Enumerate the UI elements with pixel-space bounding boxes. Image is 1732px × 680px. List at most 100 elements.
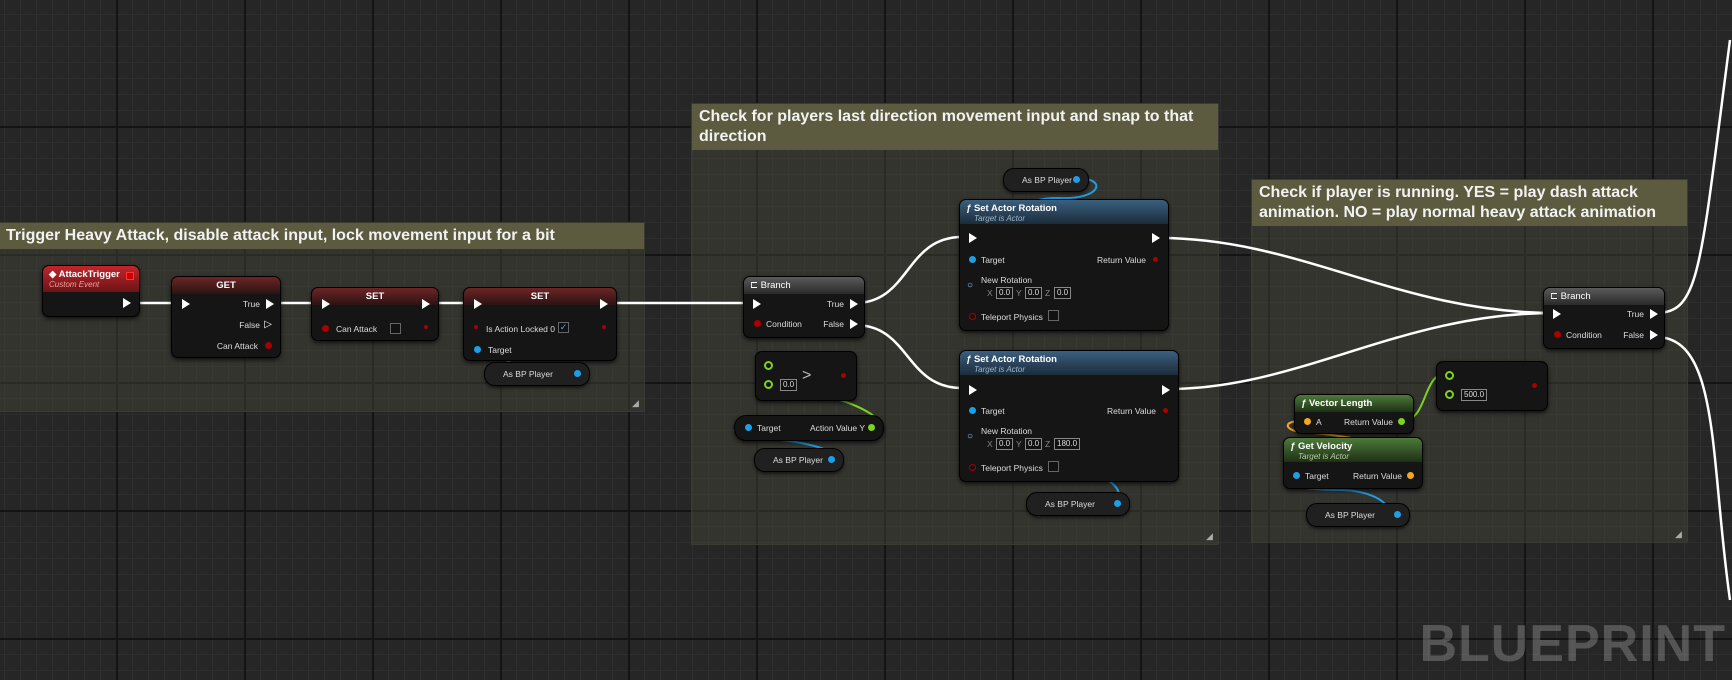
bp-player-variable[interactable]: As BP Player bbox=[754, 448, 844, 472]
exec-in-pin[interactable] bbox=[474, 299, 482, 309]
object-out-pin[interactable] bbox=[1394, 511, 1401, 518]
branch-node-1[interactable]: ⊏ Branch True Condition False bbox=[743, 276, 865, 338]
float-a-pin[interactable] bbox=[764, 361, 773, 370]
function-title: Get Velocity bbox=[1297, 441, 1353, 452]
rotator-pin-icon[interactable]: ○ bbox=[967, 431, 973, 442]
get-node[interactable]: GET True False ▷ Can Attack bbox=[171, 276, 281, 358]
condition-pin[interactable] bbox=[1554, 331, 1561, 338]
return-value-label: Return Value bbox=[1097, 255, 1146, 265]
rotation-z-field[interactable]: 180.0 bbox=[1054, 438, 1081, 450]
exec-in-pin[interactable] bbox=[969, 233, 977, 243]
teleport-physics-checkbox[interactable] bbox=[1048, 461, 1059, 472]
set-actor-rotation-node-2[interactable]: ƒ Set Actor Rotation Target is Actor Tar… bbox=[959, 350, 1179, 482]
compare-value-field[interactable]: 500.0 bbox=[1461, 389, 1488, 401]
rotation-x-field[interactable]: 0.0 bbox=[996, 287, 1014, 299]
target-pin[interactable] bbox=[745, 424, 752, 431]
vector-length-node[interactable]: ƒ Vector Length A Return Value bbox=[1294, 394, 1414, 434]
object-out-pin[interactable] bbox=[1073, 176, 1080, 183]
float-b-pin[interactable] bbox=[1445, 390, 1454, 399]
bool-in-pin[interactable] bbox=[322, 325, 329, 332]
get-title: GET bbox=[172, 277, 280, 294]
exec-out-pin[interactable] bbox=[600, 299, 608, 309]
greater-than-node-2[interactable]: 500.0 bbox=[1436, 361, 1548, 411]
true-label: True bbox=[242, 299, 260, 309]
exec-out-pin[interactable] bbox=[422, 299, 430, 309]
exec-out-pin[interactable] bbox=[1152, 233, 1160, 243]
true-exec-pin[interactable] bbox=[850, 299, 858, 309]
condition-pin[interactable] bbox=[754, 320, 761, 327]
exec-in-pin[interactable] bbox=[753, 299, 761, 309]
float-out-pin[interactable] bbox=[1398, 418, 1405, 425]
set-title: SET bbox=[464, 288, 616, 305]
exec-out-pin[interactable] bbox=[123, 298, 131, 308]
bool-out-pin[interactable] bbox=[1163, 408, 1168, 413]
bool-out-pin[interactable] bbox=[1153, 257, 1158, 262]
compare-value-field[interactable]: 0.0 bbox=[780, 379, 798, 391]
bool-out-pin[interactable] bbox=[1532, 383, 1537, 388]
bp-player-variable[interactable]: As BP Player bbox=[484, 362, 590, 386]
z-axis-letter: Z bbox=[1045, 288, 1051, 298]
bp-player-variable[interactable]: As BP Player bbox=[1003, 168, 1089, 192]
function-icon: ƒ bbox=[966, 354, 972, 365]
vector-in-pin[interactable] bbox=[1304, 418, 1311, 425]
x-axis-letter: X bbox=[987, 439, 993, 449]
bool-out-pin[interactable] bbox=[424, 325, 428, 329]
condition-label: Condition bbox=[766, 319, 802, 329]
branch-icon: ⊏ bbox=[1550, 291, 1558, 302]
teleport-physics-label: Teleport Physics bbox=[981, 463, 1043, 473]
rotator-pin-icon[interactable]: ○ bbox=[967, 280, 973, 291]
target-pin[interactable] bbox=[969, 256, 976, 263]
greater-symbol: > bbox=[802, 367, 812, 384]
exec-in-pin[interactable] bbox=[322, 299, 330, 309]
teleport-physics-checkbox[interactable] bbox=[1048, 310, 1059, 321]
target-pin[interactable] bbox=[1293, 472, 1300, 479]
teleport-pin[interactable] bbox=[969, 464, 976, 471]
true-exec-pin[interactable] bbox=[266, 299, 274, 309]
can-attack-checkbox[interactable] bbox=[390, 323, 401, 334]
object-out-pin[interactable] bbox=[828, 456, 835, 463]
float-b-pin[interactable] bbox=[764, 380, 773, 389]
set-can-attack-node[interactable]: SET Can Attack bbox=[311, 287, 439, 341]
bool-out-pin[interactable] bbox=[841, 373, 846, 378]
exec-in-pin[interactable] bbox=[182, 299, 190, 309]
exec-wire bbox=[854, 235, 963, 305]
bool-in-pin[interactable] bbox=[474, 325, 478, 329]
target-pin[interactable] bbox=[969, 407, 976, 414]
rotation-x-field[interactable]: 0.0 bbox=[996, 438, 1014, 450]
set-actor-rotation-node-1[interactable]: ƒ Set Actor Rotation Target is Actor Tar… bbox=[959, 199, 1169, 331]
target-pin[interactable] bbox=[474, 346, 481, 353]
greater-than-node[interactable]: 0.0 > bbox=[755, 351, 857, 401]
delegate-pin[interactable] bbox=[126, 272, 134, 280]
float-a-pin[interactable] bbox=[1445, 371, 1454, 380]
set-action-locked-node[interactable]: SET Is Action Locked 0 ✓ Target bbox=[463, 287, 617, 361]
bool-out-pin[interactable] bbox=[602, 325, 606, 329]
object-out-pin[interactable] bbox=[1114, 500, 1121, 507]
branch-node-2[interactable]: ⊏ Branch True Condition False bbox=[1543, 287, 1665, 349]
get-velocity-node[interactable]: ƒ Get Velocity Target is Actor Target Re… bbox=[1283, 437, 1423, 489]
input-axis-node[interactable]: Target Action Value Y bbox=[734, 415, 884, 441]
target-label: Target bbox=[981, 255, 1005, 265]
exec-out-pin[interactable] bbox=[1162, 385, 1170, 395]
bool-pin[interactable] bbox=[265, 342, 272, 349]
exec-in-pin[interactable] bbox=[1553, 309, 1561, 319]
new-rotation-label: New Rotation bbox=[981, 426, 1033, 436]
false-exec-pin[interactable] bbox=[850, 319, 858, 329]
rotation-z-field[interactable]: 0.0 bbox=[1054, 287, 1072, 299]
false-exec-hollow-pin[interactable]: ▷ bbox=[264, 320, 272, 330]
new-rotation-label: New Rotation bbox=[981, 275, 1033, 285]
return-value-label: Return Value bbox=[1344, 417, 1393, 427]
true-exec-pin[interactable] bbox=[1650, 309, 1658, 319]
rotation-y-field[interactable]: 0.0 bbox=[1025, 287, 1043, 299]
exec-in-pin[interactable] bbox=[969, 385, 977, 395]
object-out-pin[interactable] bbox=[574, 370, 581, 377]
bp-player-variable[interactable]: As BP Player bbox=[1306, 503, 1410, 527]
is-action-locked-checkbox[interactable]: ✓ bbox=[558, 322, 569, 333]
function-subtitle: Target is Actor bbox=[974, 214, 1025, 223]
teleport-pin[interactable] bbox=[969, 313, 976, 320]
rotation-y-field[interactable]: 0.0 bbox=[1025, 438, 1043, 450]
float-out-pin[interactable] bbox=[868, 424, 875, 431]
custom-event-node[interactable]: ◆ AttackTrigger Custom Event bbox=[42, 265, 140, 317]
vector-out-pin[interactable] bbox=[1407, 472, 1414, 479]
bp-player-variable[interactable]: As BP Player bbox=[1026, 492, 1130, 516]
false-exec-pin[interactable] bbox=[1650, 330, 1658, 340]
